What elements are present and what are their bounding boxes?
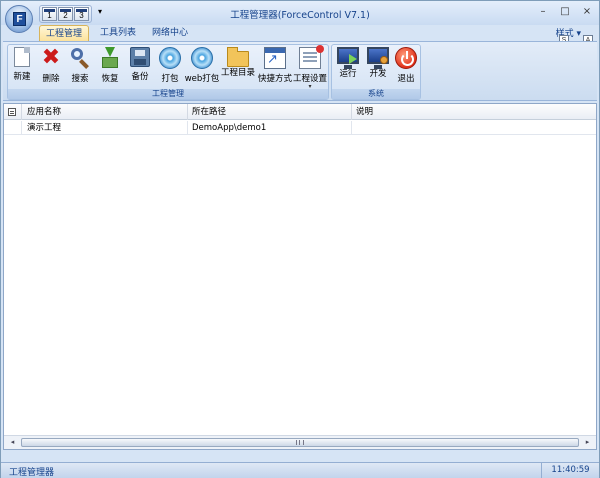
delete-icon: ✖ bbox=[41, 45, 61, 70]
ribbon-tabs: 工程管理 工具列表 网络中心 样式 ▾ S A bbox=[1, 25, 599, 45]
table-header: 应用名称 所在路径 说明 bbox=[4, 104, 596, 120]
chevron-down-icon: ▾ bbox=[576, 29, 581, 39]
ribbon-group-label: 系统 bbox=[332, 89, 420, 99]
scroll-left-icon[interactable]: ◂ bbox=[6, 437, 19, 448]
package-button-label: 打包 bbox=[161, 74, 179, 84]
scrollbar-thumb[interactable] bbox=[21, 438, 579, 447]
ribbon-group-label: 工程管理 bbox=[8, 89, 328, 99]
scroll-right-icon[interactable]: ▸ bbox=[581, 437, 594, 448]
backup-icon bbox=[130, 47, 150, 67]
status-text: 工程管理器 bbox=[9, 468, 55, 478]
cell-path[interactable]: DemoApp\demo1 bbox=[188, 121, 352, 135]
web-package-button-label: web打包 bbox=[184, 74, 220, 84]
column-header-description[interactable]: 说明 bbox=[352, 104, 596, 120]
cell-description[interactable] bbox=[352, 121, 596, 135]
settings-icon bbox=[299, 45, 324, 69]
grip-icon bbox=[296, 440, 304, 445]
restore-icon bbox=[99, 47, 121, 69]
package-disc-icon bbox=[159, 47, 181, 69]
maximize-button[interactable]: □ bbox=[557, 5, 573, 19]
search-button[interactable]: 搜索 bbox=[66, 47, 94, 89]
tab-project-management[interactable]: 工程管理 bbox=[39, 25, 89, 41]
new-doc-icon bbox=[14, 47, 30, 67]
project-directory-button[interactable]: 工程目录 bbox=[220, 47, 256, 89]
run-monitor-icon bbox=[337, 47, 359, 69]
backup-button-label: 备份 bbox=[131, 72, 149, 82]
new-button[interactable]: 新建 bbox=[10, 47, 34, 89]
exit-button-label: 退出 bbox=[397, 74, 415, 84]
tab-tool-list[interactable]: 工具列表 bbox=[95, 25, 141, 41]
ribbon-group-system: 运行 开发 退出 系统 bbox=[331, 44, 421, 100]
project-directory-button-label: 工程目录 bbox=[220, 68, 255, 78]
column-chooser-icon bbox=[8, 108, 16, 116]
folder-icon bbox=[227, 47, 249, 67]
column-header-app-name[interactable]: 应用名称 bbox=[23, 104, 188, 120]
new-button-label: 新建 bbox=[13, 72, 31, 82]
ribbon-group-project: 新建 ✖ 删除 搜索 恢复 备份 打包 web打包 工程目录 ↗ 快捷方式 工程… bbox=[7, 44, 329, 100]
application-menu-button[interactable]: F bbox=[5, 5, 33, 33]
column-header-path[interactable]: 所在路径 bbox=[188, 104, 352, 120]
search-icon bbox=[69, 47, 91, 69]
app-window: 1 2 3 ▾ 工程管理器(ForceControl V7.1) – □ × F… bbox=[0, 0, 600, 478]
power-icon bbox=[395, 47, 417, 69]
web-package-button[interactable]: web打包 bbox=[184, 47, 220, 89]
backup-button[interactable]: 备份 bbox=[126, 47, 154, 89]
close-button[interactable]: × bbox=[579, 5, 595, 19]
shortcut-button[interactable]: 快捷方式 bbox=[256, 47, 294, 89]
status-bar: 工程管理器 11:40:59 bbox=[1, 462, 599, 478]
row-indicator bbox=[4, 121, 22, 135]
horizontal-scrollbar[interactable]: ◂ ▸ bbox=[4, 435, 596, 449]
develop-monitor-icon bbox=[367, 47, 389, 69]
minimize-button[interactable]: – bbox=[535, 5, 551, 19]
web-package-disc-icon bbox=[191, 47, 213, 69]
run-button[interactable]: 运行 bbox=[334, 47, 362, 89]
window-title: 工程管理器(ForceControl V7.1) bbox=[230, 10, 370, 21]
project-settings-button[interactable]: 工程设置 ▾ bbox=[292, 45, 328, 90]
develop-button[interactable]: 开发 bbox=[364, 47, 392, 89]
restore-button[interactable]: 恢复 bbox=[96, 47, 124, 89]
project-table: 应用名称 所在路径 说明 演示工程 DemoApp\demo1 ◂ ▸ bbox=[3, 103, 597, 450]
cell-app-name[interactable]: 演示工程 bbox=[23, 121, 188, 135]
status-clock: 11:40:59 bbox=[541, 463, 599, 478]
exit-button[interactable]: 退出 bbox=[392, 47, 420, 89]
column-chooser-button[interactable] bbox=[4, 104, 22, 120]
restore-button-label: 恢复 bbox=[101, 74, 119, 84]
title-bar[interactable]: 1 2 3 ▾ 工程管理器(ForceControl V7.1) – □ × bbox=[1, 1, 599, 25]
ribbon: 新建 ✖ 删除 搜索 恢复 备份 打包 web打包 工程目录 ↗ 快捷方式 工程… bbox=[3, 41, 597, 101]
table-row[interactable]: 演示工程 DemoApp\demo1 bbox=[4, 121, 596, 135]
delete-button[interactable]: ✖ 删除 bbox=[38, 47, 64, 89]
forcecontrol-logo-icon: F bbox=[13, 12, 26, 26]
shortcut-icon bbox=[264, 47, 286, 69]
window-controls: – □ × bbox=[535, 5, 595, 19]
package-button[interactable]: 打包 bbox=[156, 47, 184, 89]
delete-button-label: 删除 bbox=[42, 74, 60, 84]
shortcut-button-label: 快捷方式 bbox=[257, 74, 292, 84]
search-button-label: 搜索 bbox=[71, 74, 89, 84]
tab-network-center[interactable]: 网络中心 bbox=[147, 25, 193, 41]
